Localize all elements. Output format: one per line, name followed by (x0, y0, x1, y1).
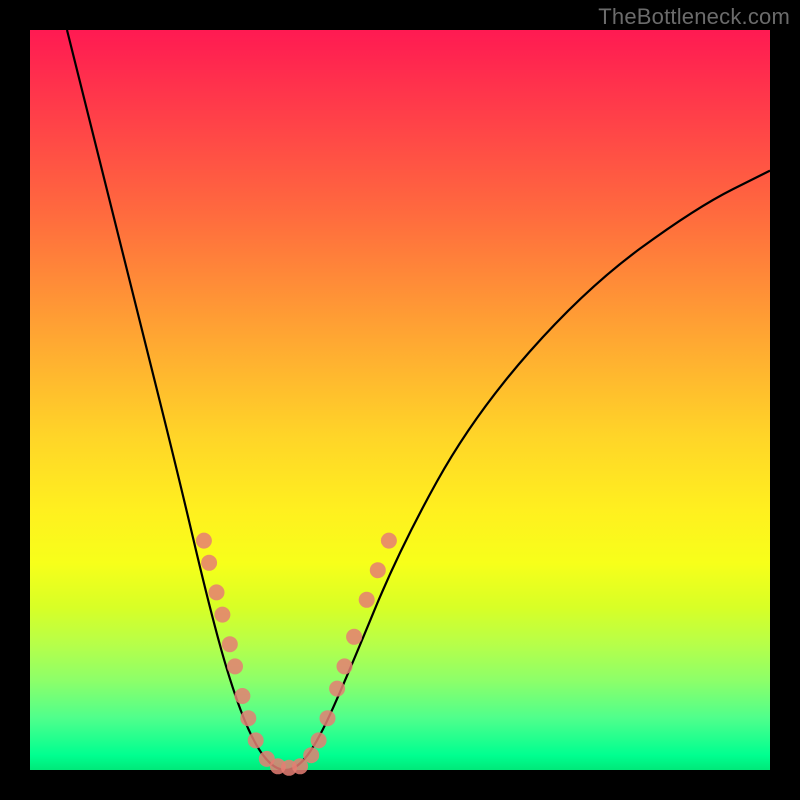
data-point-marker (311, 732, 327, 748)
chart-frame: TheBottleneck.com (0, 0, 800, 800)
watermark-text: TheBottleneck.com (598, 4, 790, 30)
plot-area (30, 30, 770, 770)
data-point-marker (209, 584, 225, 600)
data-point-marker (234, 688, 250, 704)
data-point-marker (303, 747, 319, 763)
data-point-marker (320, 710, 336, 726)
bottleneck-curve (67, 30, 770, 770)
data-point-marker (346, 629, 362, 645)
data-point-marker (370, 562, 386, 578)
data-point-marker (214, 607, 230, 623)
data-point-marker (337, 658, 353, 674)
chart-svg (30, 30, 770, 770)
data-point-marker (227, 658, 243, 674)
data-point-marker (222, 636, 238, 652)
data-point-marker (381, 533, 397, 549)
data-point-marker (359, 592, 375, 608)
data-point-marker (248, 732, 264, 748)
data-point-marker (201, 555, 217, 571)
data-point-marker (196, 533, 212, 549)
marker-group (196, 533, 397, 776)
data-point-marker (329, 681, 345, 697)
data-point-marker (240, 710, 256, 726)
